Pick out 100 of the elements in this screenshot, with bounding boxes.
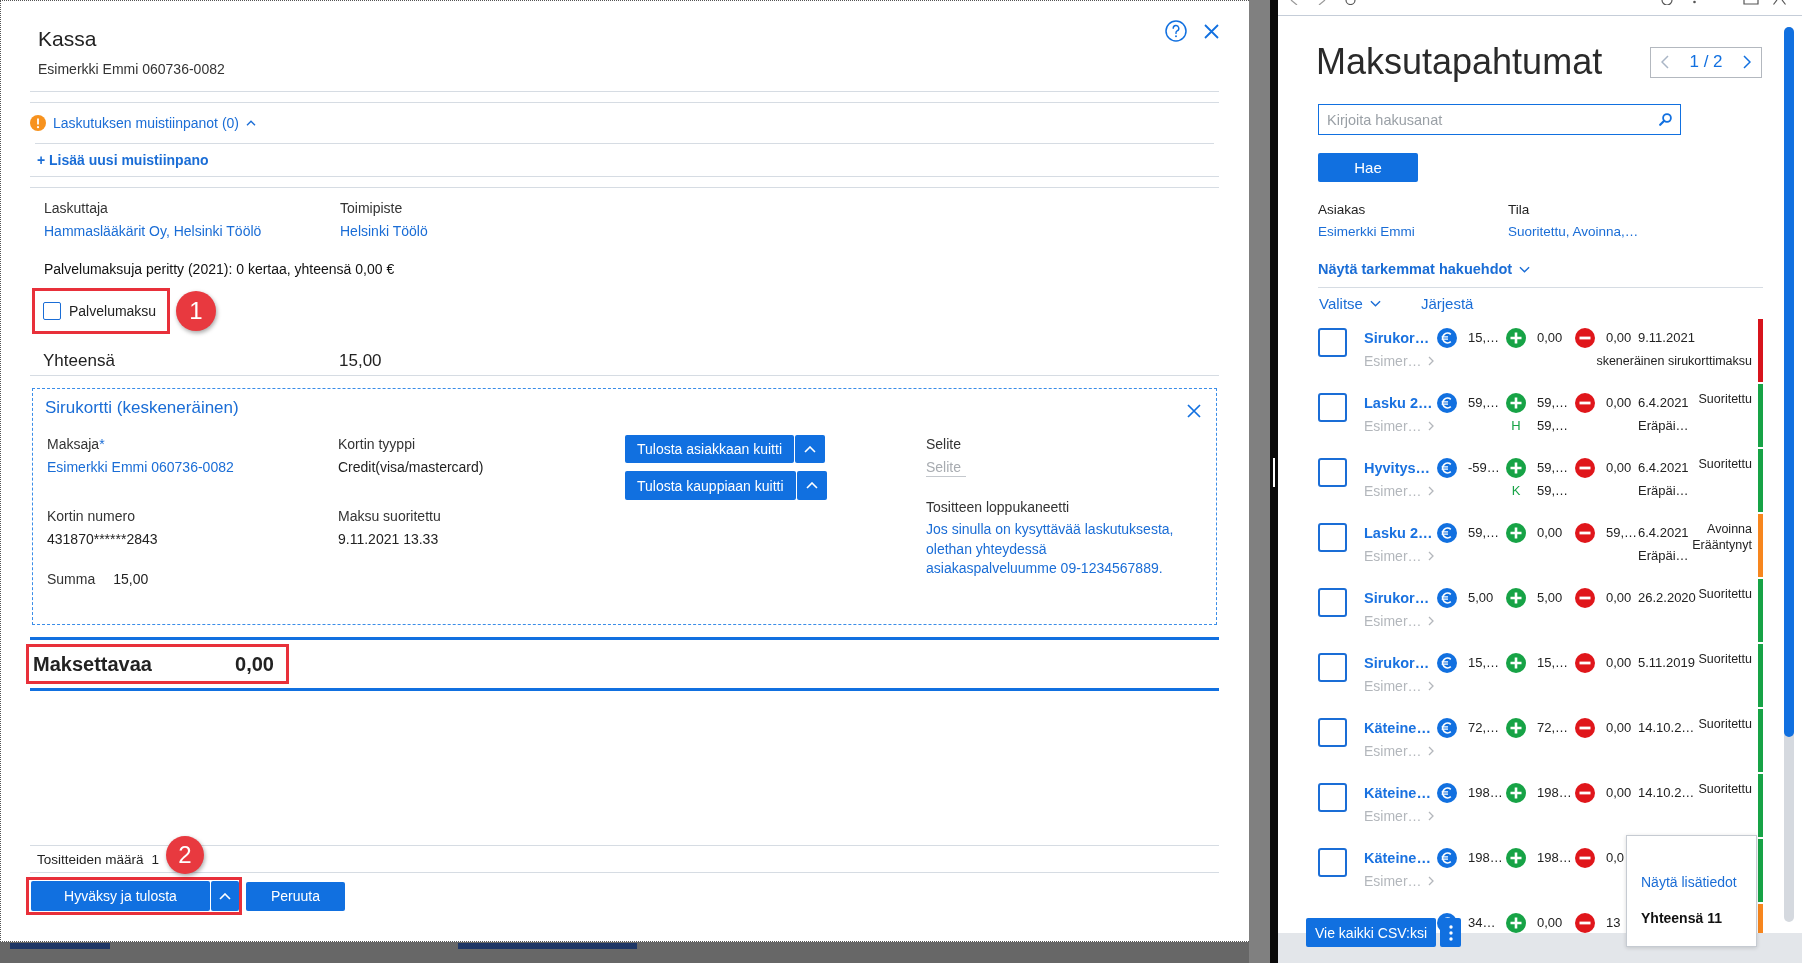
plus-icon[interactable] <box>1506 783 1526 803</box>
euro-icon[interactable] <box>1437 783 1457 803</box>
dropdown-button[interactable] <box>796 471 827 500</box>
minus-icon[interactable] <box>1575 393 1595 413</box>
euro-icon[interactable] <box>1437 523 1457 543</box>
filter-value-link[interactable]: Suoritettu, Avoinna,… <box>1508 222 1639 242</box>
chevron-up-icon <box>219 892 231 900</box>
due-date-text: Eräpäi… <box>1638 547 1689 565</box>
field-value: 9.11.2021 13.33 <box>338 530 439 549</box>
export-button[interactable]: Vie kaikki CSV:ksi <box>1306 918 1437 947</box>
checkbox[interactable] <box>1318 328 1347 357</box>
action-button[interactable]: Hyväksy ja tulosta <box>31 881 210 911</box>
plus-icon[interactable] <box>1506 718 1526 738</box>
search-icon[interactable] <box>1659 113 1672 126</box>
transaction-title-link[interactable]: Hyvitys… <box>1364 458 1431 478</box>
more-button[interactable] <box>1440 918 1462 947</box>
plus-icon[interactable] <box>1506 653 1526 673</box>
status-text: skeneräinen sirukorttimaksu <box>1596 353 1752 369</box>
checkbox[interactable] <box>1318 588 1347 617</box>
field-label: Maksaja <box>47 435 100 454</box>
filter-label: Asiakas <box>1318 201 1366 219</box>
paid-amount-text: 0,00 <box>1537 524 1563 542</box>
paid-amount-text: 0,00 <box>1537 329 1563 347</box>
print-button[interactable]: Tulosta kauppiaan kuitti <box>625 471 796 500</box>
print-button[interactable]: Tulosta asiakkaan kuitti <box>625 435 794 463</box>
scrollbar-thumb[interactable] <box>1784 27 1794 737</box>
euro-icon[interactable] <box>1437 718 1457 738</box>
minus-icon[interactable] <box>1575 783 1595 803</box>
transaction-title-link[interactable]: Käteine… <box>1364 783 1431 803</box>
minus-icon[interactable] <box>1575 328 1595 348</box>
minus-icon[interactable] <box>1575 718 1595 738</box>
transaction-title-link[interactable]: Sirukor… <box>1364 653 1430 673</box>
back-icon[interactable] <box>1290 0 1298 5</box>
forward-icon[interactable] <box>1318 0 1326 5</box>
chevron-right-icon <box>1427 616 1434 626</box>
more-icon[interactable] <box>1693 0 1696 5</box>
field-value-link[interactable]: Helsinki Töölö <box>340 221 428 241</box>
details-link[interactable]: Näytä lisätiedot <box>1641 872 1737 892</box>
minus-icon[interactable] <box>1575 523 1595 543</box>
euro-icon[interactable] <box>1437 588 1457 608</box>
plus-icon[interactable] <box>1506 458 1526 478</box>
splitter-handle[interactable] <box>1273 458 1275 487</box>
checkbox[interactable] <box>1318 718 1347 747</box>
search-button[interactable]: Hae <box>1318 153 1418 182</box>
transaction-title-link[interactable]: Sirukor… <box>1364 328 1430 348</box>
total-count-text: Yhteensä 11 <box>1641 909 1722 928</box>
plus-icon[interactable] <box>1506 913 1526 933</box>
transaction-title-link[interactable]: Lasku 2… <box>1364 393 1433 413</box>
notes-toggle[interactable]: Laskutuksen muistiinpanot (0) <box>53 115 256 131</box>
field-label: Laskuttaja <box>44 199 108 218</box>
more-filters-toggle[interactable]: Näytä tarkemmat hakuehdot <box>1318 261 1531 277</box>
transaction-title-link[interactable]: Lasku 2… <box>1364 523 1433 543</box>
minus-icon[interactable] <box>1575 913 1595 933</box>
plus-icon[interactable] <box>1506 328 1526 348</box>
help-icon[interactable] <box>1165 20 1187 42</box>
close-icon[interactable] <box>1187 404 1201 418</box>
action-button[interactable]: Peruuta <box>246 881 345 911</box>
checkbox[interactable] <box>1318 783 1347 812</box>
euro-icon[interactable] <box>1437 328 1457 348</box>
dropdown-button[interactable] <box>795 435 825 463</box>
sort-link[interactable]: Järjestä <box>1420 294 1474 312</box>
chevron-up-icon <box>805 482 818 489</box>
transaction-title-link[interactable]: Sirukor… <box>1364 588 1430 608</box>
paid-amount-text: 198… <box>1537 784 1572 802</box>
status-text: Suoritettu <box>1698 456 1752 472</box>
plus-icon[interactable] <box>1506 393 1526 413</box>
description-field[interactable]: Selite <box>926 457 966 477</box>
close-icon[interactable] <box>1773 0 1786 5</box>
scrollbar[interactable] <box>1784 27 1794 922</box>
field-value-link[interactable]: Hammaslääkärit Oy, Helsinki Töölö <box>44 221 262 241</box>
plus-icon[interactable] <box>1506 523 1526 543</box>
checkbox[interactable] <box>1318 458 1347 487</box>
transaction-title-link[interactable]: Käteine… <box>1364 718 1431 738</box>
minus-icon[interactable] <box>1575 653 1595 673</box>
add-note-link[interactable]: + Lisää uusi muistiinpano <box>37 152 209 168</box>
euro-icon[interactable] <box>1437 653 1457 673</box>
euro-icon[interactable] <box>1437 393 1457 413</box>
date-text: 6.4.2021 <box>1638 459 1689 477</box>
checkbox[interactable] <box>1318 848 1347 877</box>
close-icon[interactable] <box>1204 24 1219 39</box>
search-field[interactable]: Kirjoita hakusanat <box>1318 104 1681 135</box>
chevron-right-icon[interactable] <box>1743 55 1751 69</box>
status-text: Avoinna <box>1707 521 1752 537</box>
minus-icon[interactable] <box>1575 458 1595 478</box>
euro-icon[interactable] <box>1437 458 1457 478</box>
field-label: Kortin tyyppi <box>338 435 416 454</box>
dropdown-button[interactable] <box>211 881 239 911</box>
checkbox[interactable] <box>1318 653 1347 682</box>
minus-icon[interactable] <box>1575 588 1595 608</box>
filter-value-link[interactable]: Esimerkki Emmi <box>1318 222 1415 242</box>
checkbox[interactable] <box>43 302 61 320</box>
select-dropdown[interactable]: Valitse <box>1319 294 1381 312</box>
plus-icon[interactable] <box>1506 588 1526 608</box>
reload-icon[interactable] <box>1345 0 1356 5</box>
maximize-icon[interactable] <box>1743 0 1759 5</box>
chevron-right-icon <box>1427 746 1434 756</box>
date-text: 6.4.2021 <box>1638 524 1689 542</box>
checkbox[interactable] <box>1318 523 1347 552</box>
field-value-link[interactable]: Esimerkki Emmi 060736-0082 <box>47 457 234 477</box>
checkbox[interactable] <box>1318 393 1347 422</box>
